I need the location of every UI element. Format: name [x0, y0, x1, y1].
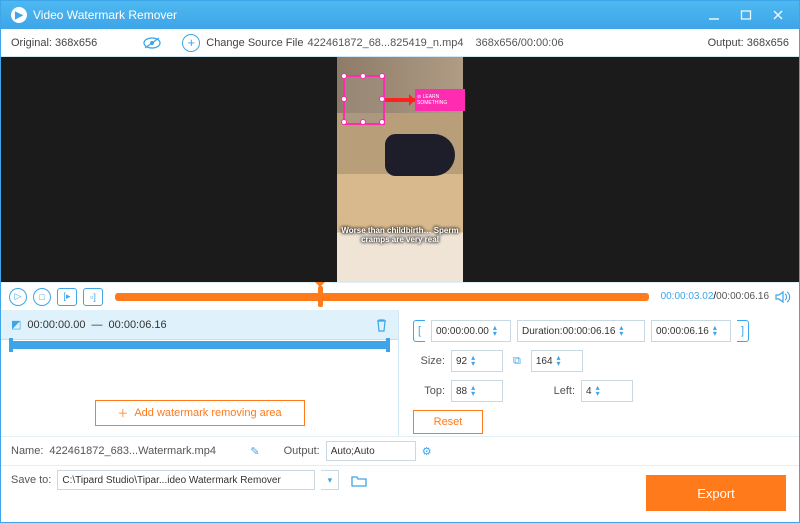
bracket-left-icon[interactable]: [ — [413, 320, 425, 342]
start-time-input[interactable]: 00:00:00.00▴▾ — [431, 320, 511, 342]
watermark-target-badge: ⊘ LEARN SOMETHING — [415, 89, 465, 111]
video-caption: Worse than childbirth… Sperm cramps are … — [337, 226, 463, 244]
set-out-button[interactable]: ▫] — [83, 288, 103, 306]
spinner-icon[interactable]: ▴▾ — [596, 385, 600, 397]
change-source-label: Change Source File — [206, 37, 303, 49]
add-area-label: Add watermark removing area — [134, 407, 281, 419]
time-display: 00:00:03.02/00:00:06.16 — [661, 291, 769, 302]
link-aspect-icon[interactable]: ⧉ — [513, 355, 521, 368]
play-button[interactable]: ▷ — [9, 288, 27, 306]
tag-icon: ◩ — [11, 318, 21, 331]
size-label: Size: — [413, 355, 445, 367]
segment-end: 00:00:06.16 — [109, 319, 167, 331]
spinner-icon[interactable]: ▴▾ — [557, 355, 561, 367]
segment-start: 00:00:00.00 — [27, 319, 85, 331]
minimize-button[interactable] — [703, 6, 725, 24]
volume-icon[interactable] — [775, 290, 791, 304]
app-logo-icon: ▶ — [11, 7, 27, 23]
maximize-button[interactable] — [735, 6, 757, 24]
open-folder-icon[interactable] — [351, 474, 367, 487]
title-bar: ▶ Video Watermark Remover — [1, 1, 799, 29]
name-value: 422461872_683...Watermark.mp4 — [49, 445, 244, 457]
saveto-input[interactable] — [57, 470, 315, 490]
top-input[interactable]: 88▴▾ — [451, 380, 503, 402]
width-input[interactable]: 92▴▾ — [451, 350, 503, 372]
plus-icon: + — [182, 34, 200, 52]
saveto-label: Save to: — [11, 474, 51, 486]
duration-input[interactable]: Duration:00:00:06.16▴▾ — [517, 320, 645, 342]
original-size-label: Original: 368x656 — [11, 37, 97, 49]
left-label: Left: — [543, 385, 575, 397]
name-label: Name: — [11, 445, 43, 457]
spinner-icon[interactable]: ▴▾ — [713, 325, 717, 337]
output-label: Output: — [284, 445, 320, 457]
source-filename: 422461872_68...825419_n.mp4 — [308, 37, 464, 49]
segment-range-slider[interactable] — [11, 341, 388, 349]
preview-toggle-icon[interactable] — [142, 36, 162, 50]
name-output-row: Name: 422461872_683...Watermark.mp4 ✎ Ou… — [1, 436, 799, 465]
annotation-arrow-icon — [385, 98, 415, 102]
change-source-button[interactable]: + Change Source File — [182, 34, 303, 52]
app-title: Video Watermark Remover — [33, 8, 177, 22]
watermark-selection[interactable] — [343, 75, 385, 125]
output-size-label: Output: 368x656 — [708, 37, 789, 49]
output-settings-icon[interactable]: ⚙ — [422, 445, 432, 458]
delete-segment-icon[interactable] — [375, 318, 388, 332]
height-input[interactable]: 164▴▾ — [531, 350, 583, 372]
stop-button[interactable]: □ — [33, 288, 51, 306]
properties-panel: [ 00:00:00.00▴▾ Duration:00:00:06.16▴▾ 0… — [399, 310, 799, 436]
info-bar: Original: 368x656 + Change Source File 4… — [1, 29, 799, 57]
end-time-input[interactable]: 00:00:06.16▴▾ — [651, 320, 731, 342]
output-format-input[interactable] — [326, 441, 416, 461]
left-input[interactable]: 4▴▾ — [581, 380, 633, 402]
add-watermark-area-button[interactable]: ＋ Add watermark removing area — [95, 400, 305, 426]
source-meta: 368x656/00:00:06 — [476, 37, 564, 49]
segments-panel: ◩ 00:00:00.00 — 00:00:06.16 ＋ Add waterma… — [1, 310, 399, 436]
top-label: Top: — [413, 385, 445, 397]
transport-bar: ▷ □ [▸ ▫] 00:00:03.02/00:00:06.16 — [1, 282, 799, 310]
close-button[interactable] — [767, 6, 789, 24]
bracket-right-icon[interactable]: ] — [737, 320, 749, 342]
video-preview[interactable]: Worse than childbirth… Sperm cramps are … — [1, 57, 799, 282]
settings-area: ◩ 00:00:00.00 — 00:00:06.16 ＋ Add waterma… — [1, 310, 799, 436]
video-content — [385, 134, 455, 176]
timeline-slider[interactable] — [115, 293, 649, 301]
edit-name-icon[interactable]: ✎ — [250, 445, 259, 458]
saveto-dropdown-icon[interactable]: ▾ — [321, 470, 339, 490]
export-button[interactable]: Export — [646, 475, 786, 511]
spinner-icon[interactable]: ▴▾ — [471, 385, 475, 397]
segment-row[interactable]: ◩ 00:00:00.00 — 00:00:06.16 — [1, 310, 398, 340]
spinner-icon[interactable]: ▴▾ — [493, 325, 497, 337]
set-in-button[interactable]: [▸ — [57, 288, 77, 306]
plus-icon: ＋ — [117, 405, 128, 421]
spinner-icon[interactable]: ▴▾ — [471, 355, 475, 367]
spinner-icon[interactable]: ▴▾ — [619, 325, 623, 337]
reset-button[interactable]: Reset — [413, 410, 483, 434]
timeline-knob[interactable] — [318, 286, 323, 307]
